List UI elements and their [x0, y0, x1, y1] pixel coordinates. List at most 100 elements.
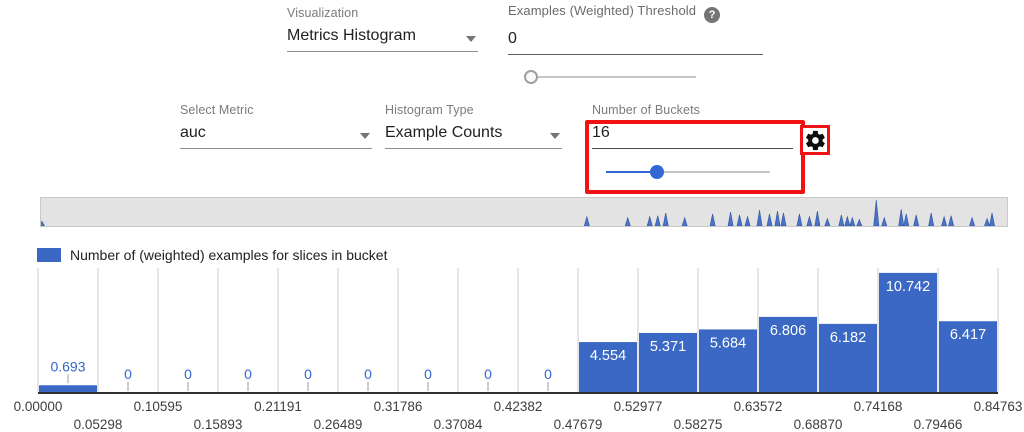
metric-value: auc — [180, 124, 206, 141]
axis-tick-label: 0.10595 — [134, 399, 183, 414]
minimap-spike — [914, 215, 919, 226]
histogram-svg[interactable]: 0.693000000004.5545.3715.6846.8066.18210… — [0, 264, 1024, 432]
minimap-spike — [942, 217, 947, 226]
bar-label: 5.371 — [650, 339, 686, 355]
slice-overview-svg — [41, 198, 1007, 226]
gear-icon — [804, 129, 827, 152]
slider-handle[interactable] — [650, 165, 664, 179]
bar-label: 4.554 — [590, 348, 626, 364]
metrics-histogram-panel: Visualization Metrics Histogram Examples… — [0, 0, 1024, 432]
buckets-input[interactable]: 16 — [592, 124, 793, 149]
minimap-spike — [797, 214, 802, 226]
threshold-value: 0 — [508, 30, 517, 47]
minimap-spike — [728, 212, 733, 226]
slice-overview-strip[interactable] — [40, 197, 1008, 227]
bar-label: 6.806 — [770, 323, 806, 339]
minimap-spike — [655, 216, 660, 226]
minimap-spike — [882, 218, 887, 226]
bar-label: 0 — [424, 366, 432, 382]
chevron-down-icon — [466, 36, 476, 42]
minimap-spike — [825, 219, 830, 226]
axis-tick-label: 0.26489 — [314, 417, 363, 432]
chevron-down-icon — [360, 133, 370, 139]
axis-tick-label: 0.58275 — [674, 417, 723, 432]
bar-label: 6.182 — [830, 330, 866, 346]
minimap-spike — [781, 213, 786, 226]
axis-tick-label: 0.68870 — [794, 417, 843, 432]
axis-tick-label: 0.74168 — [854, 399, 903, 414]
minimap-spike — [857, 219, 862, 226]
slider-track-active — [606, 171, 656, 173]
minimap-spike — [845, 217, 850, 226]
minimap-spike — [710, 214, 715, 226]
bar-label: 0.693 — [50, 358, 85, 374]
minimap-spike — [584, 217, 589, 226]
settings-gear-button[interactable] — [800, 125, 830, 155]
minimap-spike — [663, 213, 668, 226]
legend-label: Number of (weighted) examples for slices… — [70, 247, 387, 263]
minimap-spike — [929, 213, 934, 226]
axis-tick-label: 0.37084 — [434, 417, 483, 432]
slider-handle[interactable] — [524, 70, 538, 84]
bar-label: 0 — [364, 366, 372, 382]
threshold-slider[interactable] — [524, 70, 696, 84]
histogram-type-value: Example Counts — [385, 124, 502, 141]
metric-label: Select Metric — [180, 103, 372, 117]
axis-tick-label: 0.05298 — [74, 417, 123, 432]
minimap-spike — [815, 211, 820, 226]
bar-label: 5.684 — [710, 335, 746, 351]
axis-tick-label: 0.15893 — [194, 417, 243, 432]
minimap-spike — [904, 214, 909, 226]
bar-label: 0 — [304, 366, 312, 382]
slider-track[interactable] — [524, 76, 696, 78]
minimap-spike — [745, 217, 750, 226]
visualization-field: Visualization Metrics Histogram — [287, 6, 478, 52]
buckets-slider[interactable] — [606, 165, 770, 179]
minimap-spike — [899, 209, 904, 226]
minimap-spike — [984, 219, 989, 226]
buckets-label: Number of Buckets — [592, 103, 793, 117]
axis-tick-label: 0.84763 — [974, 399, 1023, 414]
buckets-field: Number of Buckets 16 — [592, 103, 793, 149]
axis-tick-label: 0.52977 — [614, 399, 663, 414]
axis-tick-label: 0.00000 — [14, 399, 63, 414]
minimap-spike — [874, 200, 879, 226]
metric-field: Select Metric auc — [180, 103, 372, 149]
bar-label: 0 — [184, 366, 192, 382]
histogram-type-field: Histogram Type Example Counts — [385, 103, 562, 149]
histogram-type-dropdown[interactable]: Example Counts — [385, 124, 562, 149]
minimap-spike — [775, 211, 780, 226]
minimap-spike — [850, 218, 855, 226]
minimap-spike — [989, 213, 994, 226]
histogram-bar[interactable] — [39, 385, 97, 393]
bar-label: 0 — [244, 366, 252, 382]
bar-label: 10.742 — [886, 279, 930, 295]
threshold-field: Examples (Weighted) Threshold? 0 — [508, 3, 763, 55]
minimap-spike — [767, 214, 772, 226]
visualization-dropdown[interactable]: Metrics Histogram — [287, 27, 478, 52]
axis-tick-label: 0.31786 — [374, 399, 423, 414]
bar-label: 6.417 — [950, 327, 986, 343]
minimap-spike — [682, 218, 687, 226]
minimap-spike — [807, 217, 812, 226]
minimap-spike — [949, 216, 954, 226]
minimap-spike — [757, 210, 762, 226]
axis-tick-label: 0.21191 — [254, 399, 302, 414]
histogram-type-label: Histogram Type — [385, 103, 562, 117]
axis-tick-label: 0.47679 — [554, 417, 603, 432]
axis-tick-label: 0.79466 — [914, 417, 963, 432]
threshold-input[interactable]: 0 — [508, 30, 763, 55]
help-icon[interactable]: ? — [704, 7, 720, 23]
minimap-spike — [737, 215, 742, 226]
minimap-spike — [839, 215, 844, 226]
histogram-chart: 0.693000000004.5545.3715.6846.8066.18210… — [0, 264, 1024, 432]
visualization-label: Visualization — [287, 6, 478, 20]
visualization-value: Metrics Histogram — [287, 27, 416, 44]
legend-swatch — [37, 248, 61, 262]
axis-tick-label: 0.42382 — [494, 399, 543, 414]
buckets-value: 16 — [592, 124, 610, 141]
threshold-label: Examples (Weighted) Threshold? — [508, 3, 763, 23]
minimap-spike — [41, 221, 45, 226]
metric-dropdown[interactable]: auc — [180, 124, 372, 149]
axis-tick-label: 0.63572 — [734, 399, 783, 414]
